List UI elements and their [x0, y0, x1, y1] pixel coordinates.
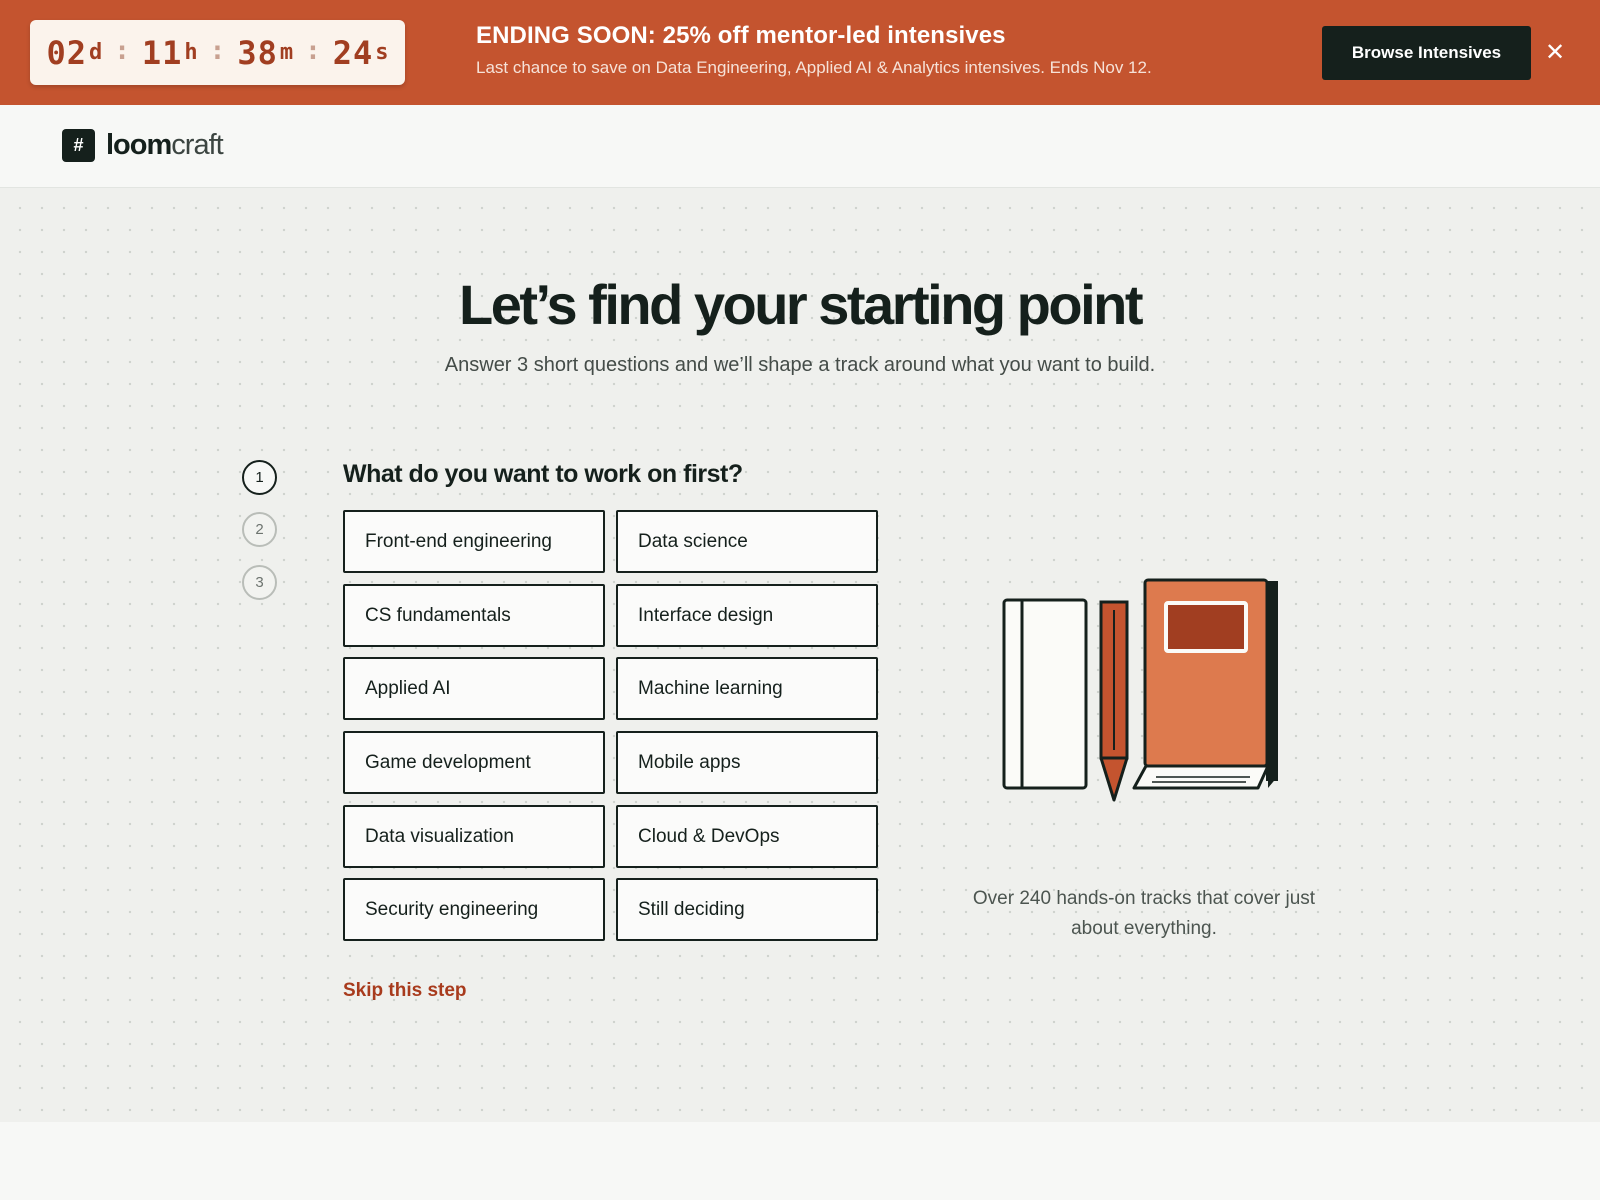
page-title: Let’s find your starting point	[458, 273, 1144, 336]
footer-strip	[0, 1122, 1600, 1200]
skip-step-link[interactable]: Skip this step	[343, 980, 467, 1002]
logo-bold: loom	[106, 129, 172, 161]
option-button[interactable]: Mobile apps	[616, 731, 878, 794]
countdown-days: 02	[46, 33, 87, 72]
promo-banner: 02 d : 11 h : 38 m : 24 s ENDING SOON: 25% o…	[0, 0, 1600, 105]
option-button[interactable]: Machine learning	[616, 657, 878, 720]
countdown-minutes-unit: m	[279, 40, 294, 65]
onboarding-main: Let’s find your starting point Answer 3 …	[0, 188, 1600, 1122]
notebook-pencil-book-illustration	[1002, 578, 1278, 802]
countdown-seconds: 24	[332, 33, 374, 72]
countdown-separator: :	[114, 35, 130, 66]
site-header: # loomcraft	[0, 105, 1600, 188]
countdown-separator: :	[209, 35, 226, 66]
book-label	[1164, 601, 1248, 653]
option-button[interactable]: Security engineering	[343, 878, 605, 941]
countdown-days-unit: d	[88, 40, 103, 65]
option-button[interactable]: Cloud & DevOps	[616, 805, 878, 868]
countdown-seconds-unit: s	[375, 40, 389, 65]
logo-light: craft	[171, 129, 223, 161]
question-title: What do you want to work on first?	[343, 460, 743, 488]
step-indicator-1: 1	[242, 460, 277, 495]
pencil-tip	[1099, 756, 1129, 802]
step-indicator-2: 2	[242, 512, 277, 547]
countdown-separator: :	[305, 35, 321, 66]
promo-text: ENDING SOON: 25% off mentor-led intensiv…	[476, 22, 1152, 78]
close-icon[interactable]: ✕	[1540, 38, 1570, 68]
option-button[interactable]: Interface design	[616, 584, 878, 647]
countdown-hours: 11	[141, 33, 183, 72]
promo-subtitle: Last chance to save on Data Engineering,…	[476, 58, 1152, 77]
countdown-minutes: 38	[237, 33, 278, 72]
option-button[interactable]: Game development	[343, 731, 605, 794]
illustration-caption: Over 240 hands-on tracks that cover just…	[972, 888, 1316, 939]
option-button[interactable]: Applied AI	[343, 657, 605, 720]
promo-title: ENDING SOON: 25% off mentor-led intensiv…	[476, 22, 1006, 49]
page-subtitle: Answer 3 short questions and we’ll shape…	[444, 354, 1156, 376]
notebook-shape	[1002, 598, 1088, 790]
option-button[interactable]: Data visualization	[343, 805, 605, 868]
browse-intensives-button[interactable]: Browse Intensives	[1322, 26, 1531, 80]
countdown-hours-unit: h	[184, 40, 198, 65]
step-indicator-3: 3	[242, 565, 277, 600]
option-button[interactable]: Still deciding	[616, 878, 878, 941]
countdown-timer: 02 d : 11 h : 38 m : 24 s	[30, 20, 405, 85]
option-button[interactable]: Front-end engineering	[343, 510, 605, 573]
logo-icon[interactable]: #	[62, 129, 95, 162]
logo-wordmark[interactable]: loomcraft	[106, 129, 224, 162]
option-button[interactable]: CS fundamentals	[343, 584, 605, 647]
option-button[interactable]: Data science	[616, 510, 878, 573]
